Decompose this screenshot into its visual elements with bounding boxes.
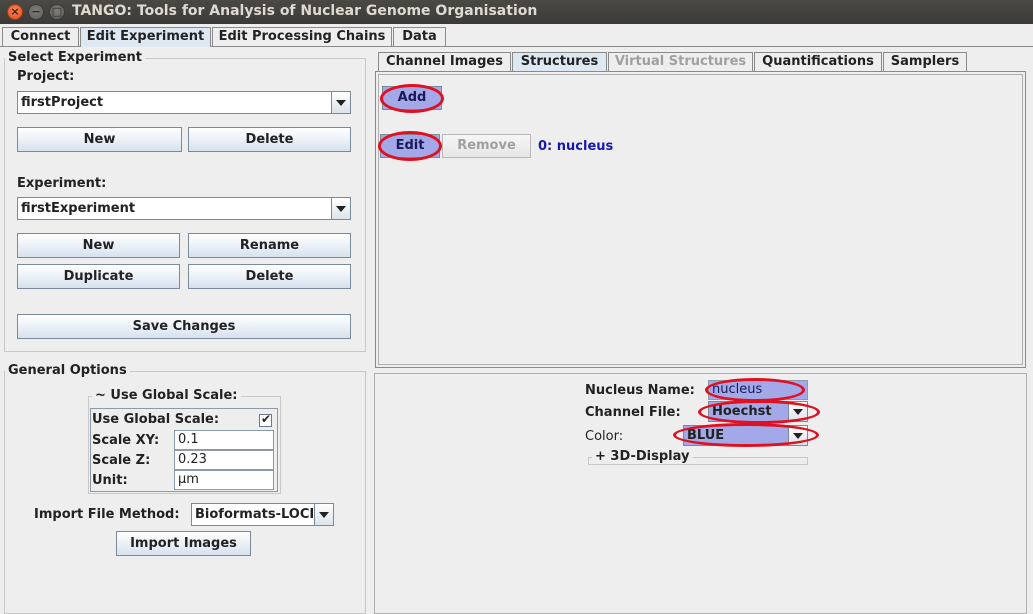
experiment-select-value: firstExperiment	[21, 201, 136, 216]
close-window-button[interactable]: ×	[7, 4, 23, 20]
checkmark-icon: ✔	[261, 412, 272, 426]
nucleus-name-input[interactable]: nucleus	[708, 380, 808, 400]
use-global-scale-checkbox[interactable]: ✔	[259, 412, 272, 427]
tab-structures[interactable]: Structures	[512, 52, 607, 72]
tab-virtual-structures: Virtual Structures	[608, 52, 753, 71]
general-options-title: General Options	[5, 363, 130, 378]
tab-quantifications[interactable]: Quantifications	[754, 52, 882, 71]
select-experiment-title: Select Experiment	[5, 50, 145, 65]
chevron-down-icon[interactable]	[788, 426, 807, 445]
experiment-select[interactable]: firstExperiment	[17, 197, 351, 220]
chevron-down-icon[interactable]	[331, 92, 350, 113]
unit-label: Unit:	[92, 473, 128, 488]
experiment-label: Experiment:	[17, 176, 107, 191]
rename-experiment-button[interactable]: Rename	[188, 233, 351, 258]
global-scale-title: ~ Use Global Scale:	[92, 388, 241, 403]
duplicate-experiment-button[interactable]: Duplicate	[17, 264, 180, 289]
color-label: Color:	[585, 429, 624, 444]
tab-connect[interactable]: Connect	[2, 27, 79, 46]
channel-file-select[interactable]: Hoechst	[708, 401, 808, 422]
structures-list-area	[378, 74, 1023, 365]
import-method-select[interactable]: Bioformats-LOCI	[191, 503, 334, 526]
tab-divider	[0, 46, 80, 47]
scale-z-label: Scale Z:	[92, 453, 151, 468]
maximize-icon: □	[51, 5, 63, 18]
tab-channel-images[interactable]: Channel Images	[378, 52, 511, 71]
project-select[interactable]: firstProject	[17, 91, 351, 114]
unit-input[interactable]: µm	[174, 470, 274, 490]
import-images-button[interactable]: Import Images	[116, 531, 251, 556]
save-changes-button[interactable]: Save Changes	[17, 314, 351, 339]
new-project-button[interactable]: New	[17, 127, 182, 152]
channel-file-value: Hoechst	[712, 404, 772, 419]
color-select[interactable]: BLUE	[683, 425, 808, 446]
new-experiment-button[interactable]: New	[17, 233, 180, 258]
project-label: Project:	[17, 69, 75, 84]
window-title: TANGO: Tools for Analysis of Nuclear Gen…	[72, 3, 538, 19]
chevron-down-icon[interactable]	[788, 402, 807, 421]
scale-xy-input[interactable]: 0.1	[174, 430, 274, 450]
window-titlebar: × − □ TANGO: Tools for Analysis of Nucle…	[0, 0, 1033, 24]
close-icon: ×	[10, 5, 20, 18]
scale-xy-label: Scale XY:	[92, 433, 160, 448]
chevron-down-icon[interactable]	[314, 504, 333, 525]
scale-z-input[interactable]: 0.23	[174, 450, 274, 470]
edit-structure-button[interactable]: Edit	[380, 134, 440, 158]
display-3d-toggle[interactable]: + 3D-Display	[592, 449, 693, 464]
minimize-icon: −	[31, 5, 41, 18]
chevron-down-icon[interactable]	[331, 198, 350, 219]
structure-item-nucleus[interactable]: 0: nucleus	[538, 139, 613, 154]
minimize-window-button[interactable]: −	[28, 4, 44, 20]
maximize-window-button[interactable]: □	[49, 4, 65, 20]
delete-project-button[interactable]: Delete	[188, 127, 351, 152]
delete-experiment-button[interactable]: Delete	[188, 264, 351, 289]
tab-edit-experiment[interactable]: Edit Experiment	[80, 27, 211, 47]
tab-data[interactable]: Data	[393, 27, 446, 46]
project-select-value: firstProject	[21, 95, 104, 110]
add-structure-button[interactable]: Add	[382, 86, 442, 110]
import-method-value: Bioformats-LOCI	[195, 507, 315, 522]
tab-samplers[interactable]: Samplers	[883, 52, 967, 71]
nucleus-name-label: Nucleus Name:	[585, 383, 695, 398]
use-global-scale-label: Use Global Scale:	[92, 412, 220, 427]
structure-properties-panel	[374, 373, 1027, 614]
import-method-label: Import File Method:	[34, 507, 180, 522]
remove-structure-button: Remove	[442, 134, 531, 158]
tab-edit-processing-chains[interactable]: Edit Processing Chains	[212, 27, 392, 46]
channel-file-label: Channel File:	[585, 405, 681, 420]
color-value: BLUE	[687, 428, 725, 443]
tab-divider	[211, 46, 1033, 47]
